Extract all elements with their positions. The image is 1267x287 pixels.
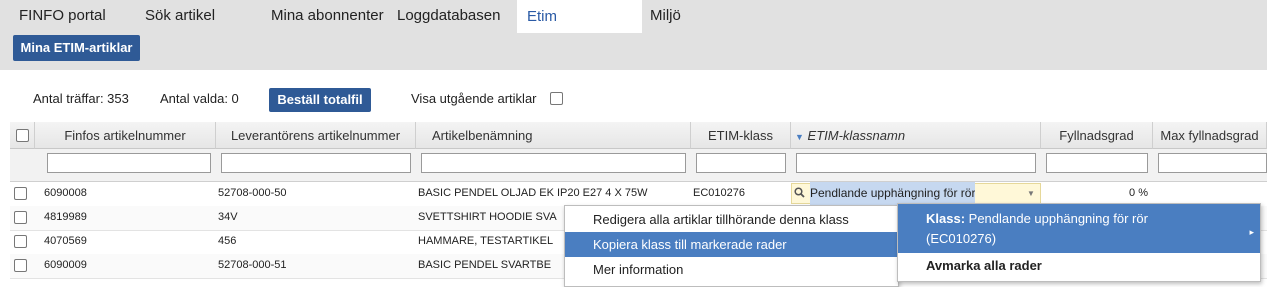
cell-name: HAMMARE, TESTARTIKEL [418,235,554,247]
cell-name: BASIC PENDEL SVARTBE [418,259,552,271]
row-checkbox[interactable] [14,211,27,224]
cell-supplier: 52708-000-50 [218,187,287,199]
filter-supplier-input[interactable] [221,153,411,173]
filter-etim-input[interactable] [696,153,786,173]
nav-miljo[interactable]: Miljö [650,7,681,24]
menu-item-edit-class[interactable]: Redigera alla artiklar tillhörande denna… [565,207,898,232]
column-header-klassnamn[interactable]: ▼ ETIM-klassnamn [791,122,1041,149]
selected-count: Antal valda: 0 [160,91,239,106]
top-navigation: FINFO portal Sök artikel Mina abonnenter… [0,0,1267,70]
dropdown-arrow-icon[interactable]: ▼ [1027,182,1035,205]
filter-finfo-input[interactable] [47,153,211,173]
filter-row [10,149,1267,182]
cell-fill: 0 % [1129,187,1148,199]
row-checkbox[interactable] [14,187,27,200]
sort-desc-icon: ▼ [795,132,804,142]
menu-item-more-info[interactable]: Mer information [565,257,898,282]
nav-loggdatabasen[interactable]: Loggdatabasen [397,7,500,24]
submenu-class-label: Klass: [926,211,966,226]
cell-supplier: 52708-000-51 [218,259,287,271]
show-outgoing-checkbox[interactable] [550,92,563,105]
cell-klassnamn[interactable]: Pendlande upphängning för rör [810,182,976,205]
nav-finfo-portal[interactable]: FINFO portal [19,7,106,24]
menu-item-copy-class[interactable]: Kopiera klass till markerade rader [565,232,898,257]
show-outgoing-label: Visa utgående artiklar [411,91,537,106]
row-checkbox[interactable] [14,259,27,272]
column-header-klassnamn-label: ETIM-klassnamn [807,128,906,143]
cell-finfo: 6090009 [44,259,87,271]
submenu-class-item[interactable]: Klass: Pendlande upphängning för rör (EC… [898,204,1260,253]
select-all-header [10,122,35,149]
filter-name-input[interactable] [421,153,686,173]
cell-finfo: 4819989 [44,211,87,223]
cell-name: BASIC PENDEL OLJAD EK IP20 E27 4 X 75W [418,187,648,199]
column-header-maxfill[interactable]: Max fyllnadsgrad [1153,122,1267,149]
select-all-checkbox[interactable] [16,129,29,142]
submenu-class-value: Pendlande upphängning för rör [968,211,1148,226]
column-header-name[interactable]: Artikelbenämning [416,122,691,149]
context-menu: Redigera alla artiklar tillhörande denna… [564,205,899,287]
nav-sok-artikel[interactable]: Sök artikel [145,7,215,24]
cell-finfo: 6090008 [44,187,87,199]
column-header-finfo[interactable]: Finfos artikelnummer [35,122,216,149]
cell-name: SVETTSHIRT HOODIE SVA [418,211,557,223]
mina-etim-artiklar-button[interactable]: Mina ETIM-artiklar [13,35,140,61]
nav-etim[interactable]: Etim [517,0,642,33]
column-header-supplier[interactable]: Leverantörens artikelnummer [216,122,416,149]
column-header-fill[interactable]: Fyllnadsgrad [1041,122,1153,149]
order-total-file-button[interactable]: Beställ totalfil [269,88,371,112]
cell-supplier: 34V [218,211,238,223]
nav-mina-abonnenter[interactable]: Mina abonnenter [271,7,384,24]
magnifier-icon[interactable] [794,182,805,205]
hit-count: Antal träffar: 353 [33,91,129,106]
cell-supplier: 456 [218,235,237,247]
class-submenu: Klass: Pendlande upphängning för rör (EC… [897,203,1261,282]
column-header-etim[interactable]: ETIM-klass [691,122,791,149]
cell-etim: EC010276 [693,187,745,199]
menu-item-unmark-all[interactable]: Avmarka alla rader [898,253,1260,278]
cell-finfo: 4070569 [44,235,87,247]
chevron-right-icon: ▸ [1249,227,1254,237]
submenu-class-code: (EC010276) [926,231,997,246]
filter-maxfill-input[interactable] [1158,153,1267,173]
filter-fill-input[interactable] [1046,153,1148,173]
row-checkbox[interactable] [14,235,27,248]
filter-klassnamn-input[interactable] [796,153,1036,173]
